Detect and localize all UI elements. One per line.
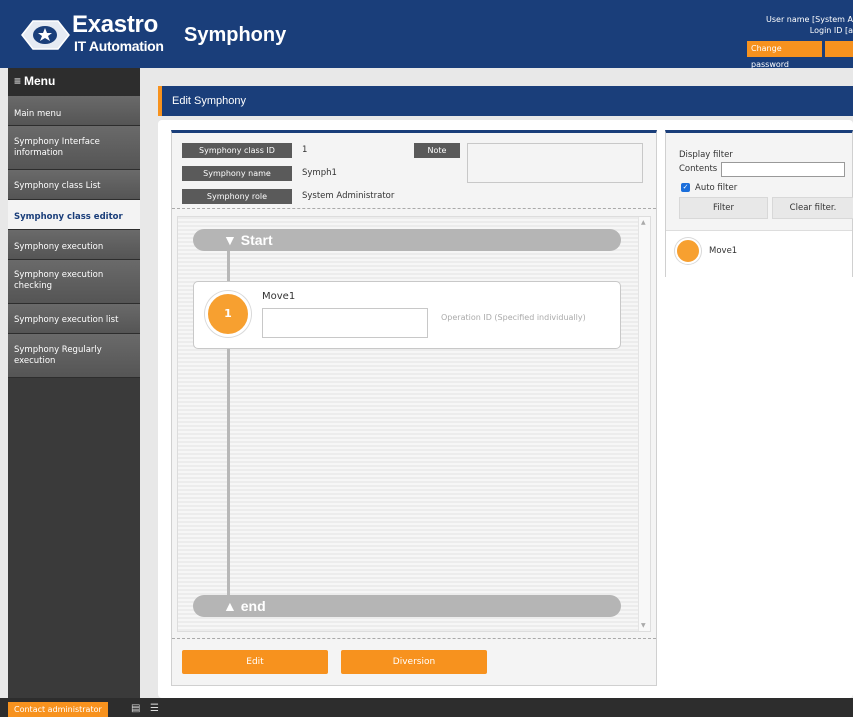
exastro-logo[interactable]: Exastro IT Automation: [18, 12, 166, 58]
symphony-name-value: Symph1: [302, 168, 337, 178]
sidebar-item-symphony-execution-list[interactable]: Symphony execution list: [8, 304, 140, 334]
symphony-editor-panel: Symphony class ID 1 Symphony name Symph1…: [171, 130, 657, 686]
sidebar-item-main-menu[interactable]: Main menu: [8, 96, 140, 126]
note-field: [467, 143, 643, 183]
contact-administrator-button[interactable]: Contact administrator: [8, 702, 108, 717]
app-title: Symphony: [184, 24, 287, 46]
sidebar-item-label: Symphony Regularly execution: [14, 345, 102, 366]
list-view-icon[interactable]: ☰: [150, 703, 159, 714]
movement-list-panel: Display filter Contents ✓ Auto filter Fi…: [665, 130, 853, 277]
app-header: Exastro IT Automation Symphony User name…: [0, 0, 853, 69]
flow-scrollbar[interactable]: ▲ ▼: [638, 217, 650, 631]
menu-title: Menu: [24, 74, 56, 88]
sidebar-item-symphony-class-editor[interactable]: Symphony class editor: [8, 200, 140, 230]
filter-button[interactable]: Filter: [679, 197, 768, 219]
symphony-flow-area[interactable]: ▼ Start 1 Move1 Operation ID (Specified …: [177, 216, 651, 632]
login-id: Login ID [a: [809, 26, 853, 35]
sidebar-item-symphony-interface-information[interactable]: Symphony Interface information: [8, 126, 140, 170]
sidebar-item-symphony-execution[interactable]: Symphony execution: [8, 230, 140, 260]
divider: [172, 638, 656, 639]
grid-view-icon[interactable]: ▤: [131, 703, 140, 714]
operation-id-hint: Operation ID (Specified individually): [441, 313, 586, 322]
sidebar-item-label: Symphony execution checking: [14, 270, 104, 291]
filter-section: Display filter Contents ✓ Auto filter Fi…: [666, 133, 853, 231]
sidebar-menu: ≡ Menu Main menu Symphony Interface infor…: [8, 68, 140, 698]
logout-button[interactable]: [824, 41, 853, 57]
movement-order-badge: 1: [205, 291, 251, 337]
symphony-role-label: Symphony role: [182, 189, 292, 204]
movement-orange-icon: [675, 238, 701, 264]
page-title: Edit Symphony: [172, 95, 246, 107]
user-info: User name [System A Login ID [a: [766, 14, 853, 36]
header-buttons: Change password: [747, 41, 853, 69]
scroll-down-arrow-icon[interactable]: ▼: [641, 622, 646, 629]
symphony-class-id-label: Symphony class ID: [182, 143, 292, 158]
logo-title: Exastro: [72, 11, 158, 38]
sidebar-item-label: Symphony execution list: [14, 315, 119, 325]
clear-filter-button[interactable]: Clear filter.: [772, 197, 853, 219]
flow-end-bar: ▲ end: [193, 595, 621, 617]
footer: Contact administrator ▤ ☰: [0, 698, 853, 717]
sidebar-item-label: Symphony Interface information: [14, 137, 100, 158]
change-password-button[interactable]: Change password: [747, 41, 822, 69]
movement-node[interactable]: 1 Move1 Operation ID (Specified individu…: [193, 281, 621, 349]
diversion-button[interactable]: Diversion: [341, 650, 487, 674]
divider: [172, 208, 656, 209]
movement-name: Move1: [262, 291, 296, 302]
symphony-role-value: System Administrator: [302, 191, 395, 201]
logo-subtitle: IT Automation: [74, 38, 164, 54]
edit-button[interactable]: Edit: [182, 650, 328, 674]
menu-header[interactable]: ≡ Menu: [8, 68, 140, 96]
sidebar-item-label: Symphony class List: [14, 181, 101, 191]
symphony-class-id-value: 1: [302, 145, 308, 155]
symphony-name-label: Symphony name: [182, 166, 292, 181]
sidebar-item-label: Main menu: [14, 109, 62, 119]
exastro-logo-emblem: [21, 20, 70, 50]
sidebar-item-symphony-class-list[interactable]: Symphony class List: [8, 170, 140, 200]
scroll-up-arrow-icon[interactable]: ▲: [641, 219, 646, 226]
user-name: User name [System A: [766, 15, 853, 24]
note-label: Note: [414, 143, 460, 158]
hamburger-icon: ≡: [14, 74, 22, 88]
contents-label: Contents: [679, 164, 718, 174]
sidebar-item-label: Symphony execution: [14, 242, 104, 252]
display-filter-label: Display filter: [679, 150, 733, 160]
auto-filter-label: Auto filter: [695, 183, 738, 193]
operation-id-field[interactable]: [262, 308, 428, 338]
page-title-bar: Edit Symphony: [158, 86, 853, 116]
contents-filter-input[interactable]: [721, 162, 845, 177]
sidebar-item-label: Symphony class editor: [14, 212, 123, 222]
sidebar-item-symphony-execution-checking[interactable]: Symphony execution checking: [8, 260, 140, 304]
sidebar-item-symphony-regularly-execution[interactable]: Symphony Regularly execution: [8, 334, 140, 378]
flow-start-bar: ▼ Start: [193, 229, 621, 251]
movement-item-name: Move1: [709, 246, 738, 256]
auto-filter-checkbox[interactable]: ✓: [681, 183, 690, 192]
